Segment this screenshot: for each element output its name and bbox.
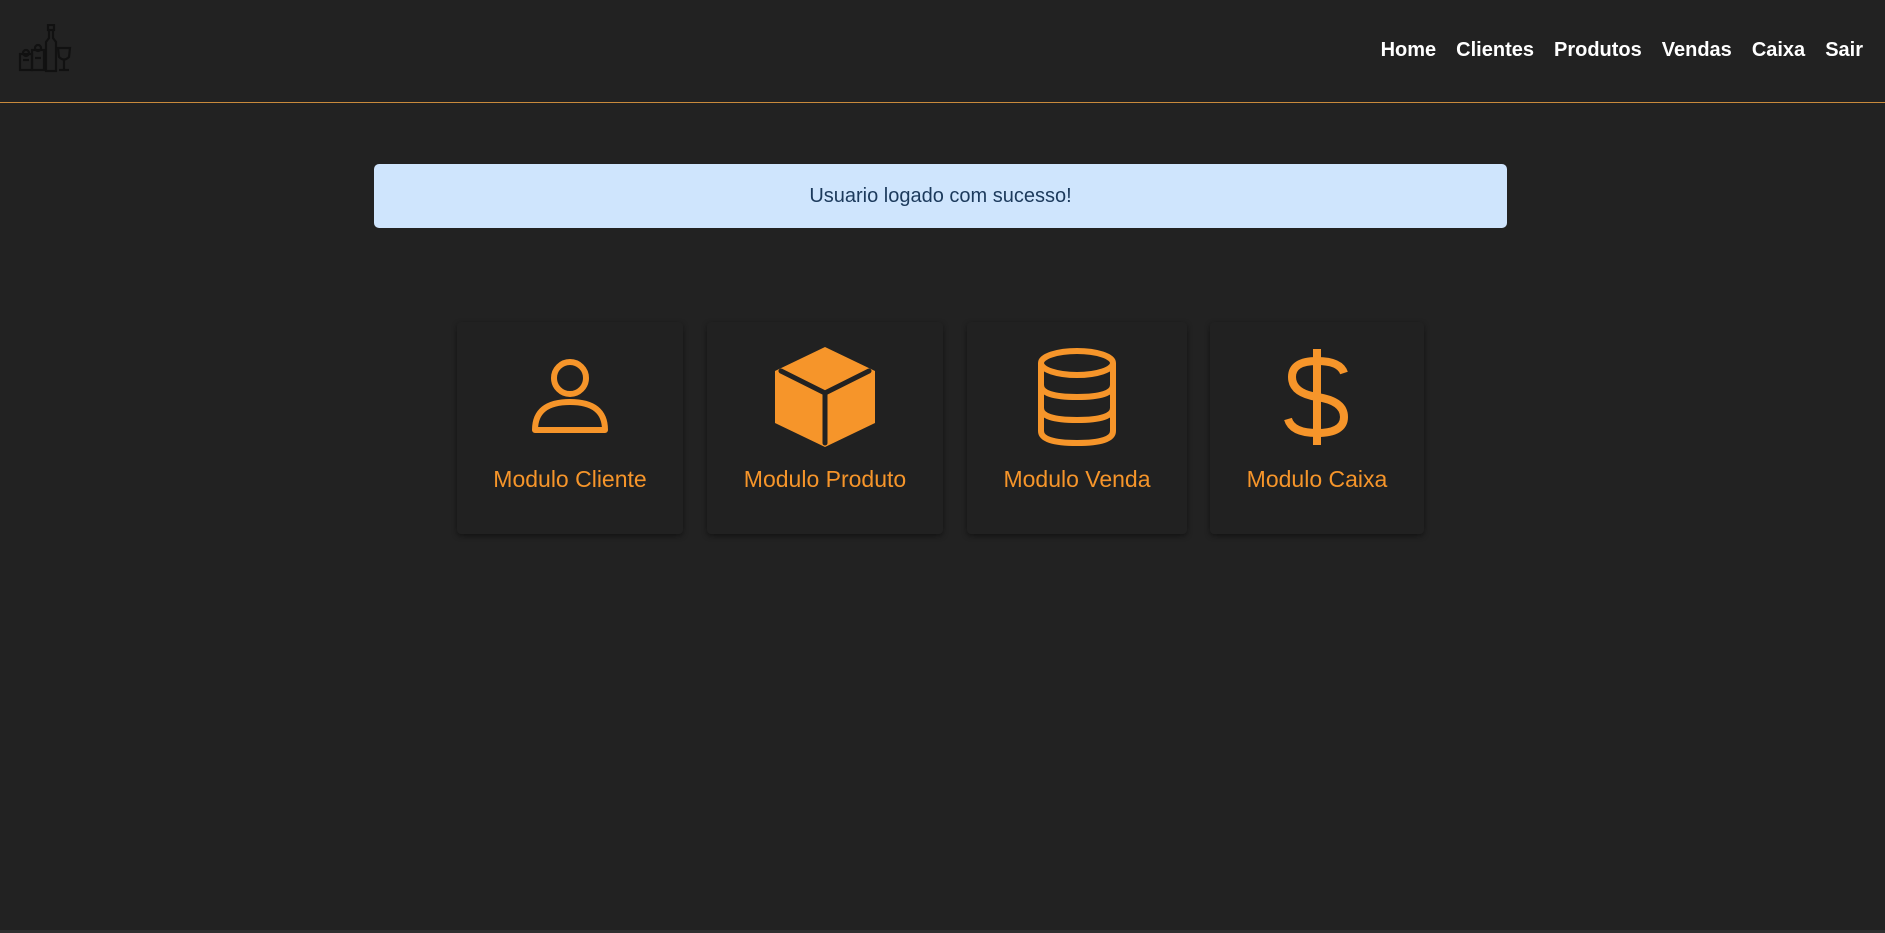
box-icon [770,342,880,452]
nav-link-produtos[interactable]: Produtos [1554,38,1642,62]
module-label-venda: Modulo Venda [1003,466,1151,492]
person-icon [515,342,625,452]
navbar: Home Clientes Produtos Vendas Caixa Sair [0,0,1885,103]
module-card-venda[interactable]: Modulo Venda [967,322,1187,534]
module-card-caixa[interactable]: Modulo Caixa [1210,322,1424,534]
success-alert: Usuario logado com sucesso! [374,164,1507,228]
drinks-shop-logo-icon[interactable] [18,23,72,74]
module-label-cliente: Modulo Cliente [493,466,647,492]
module-label-caixa: Modulo Caixa [1246,466,1388,492]
nav-link-sair[interactable]: Sair [1825,38,1863,62]
nav-link-vendas[interactable]: Vendas [1662,38,1732,62]
alert-message: Usuario logado com sucesso! [809,184,1072,207]
dollar-icon [1262,342,1372,452]
module-label-produto: Modulo Produto [743,466,907,492]
module-card-cliente[interactable]: Modulo Cliente [457,322,683,534]
nav-link-clientes[interactable]: Clientes [1456,38,1534,62]
nav-links: Home Clientes Produtos Vendas Caixa Sair [1381,38,1863,62]
nav-link-caixa[interactable]: Caixa [1752,38,1805,62]
database-icon [1022,342,1132,452]
page: Home Clientes Produtos Vendas Caixa Sair… [0,0,1885,933]
nav-link-home[interactable]: Home [1381,38,1437,62]
module-card-produto[interactable]: Modulo Produto [707,322,943,534]
